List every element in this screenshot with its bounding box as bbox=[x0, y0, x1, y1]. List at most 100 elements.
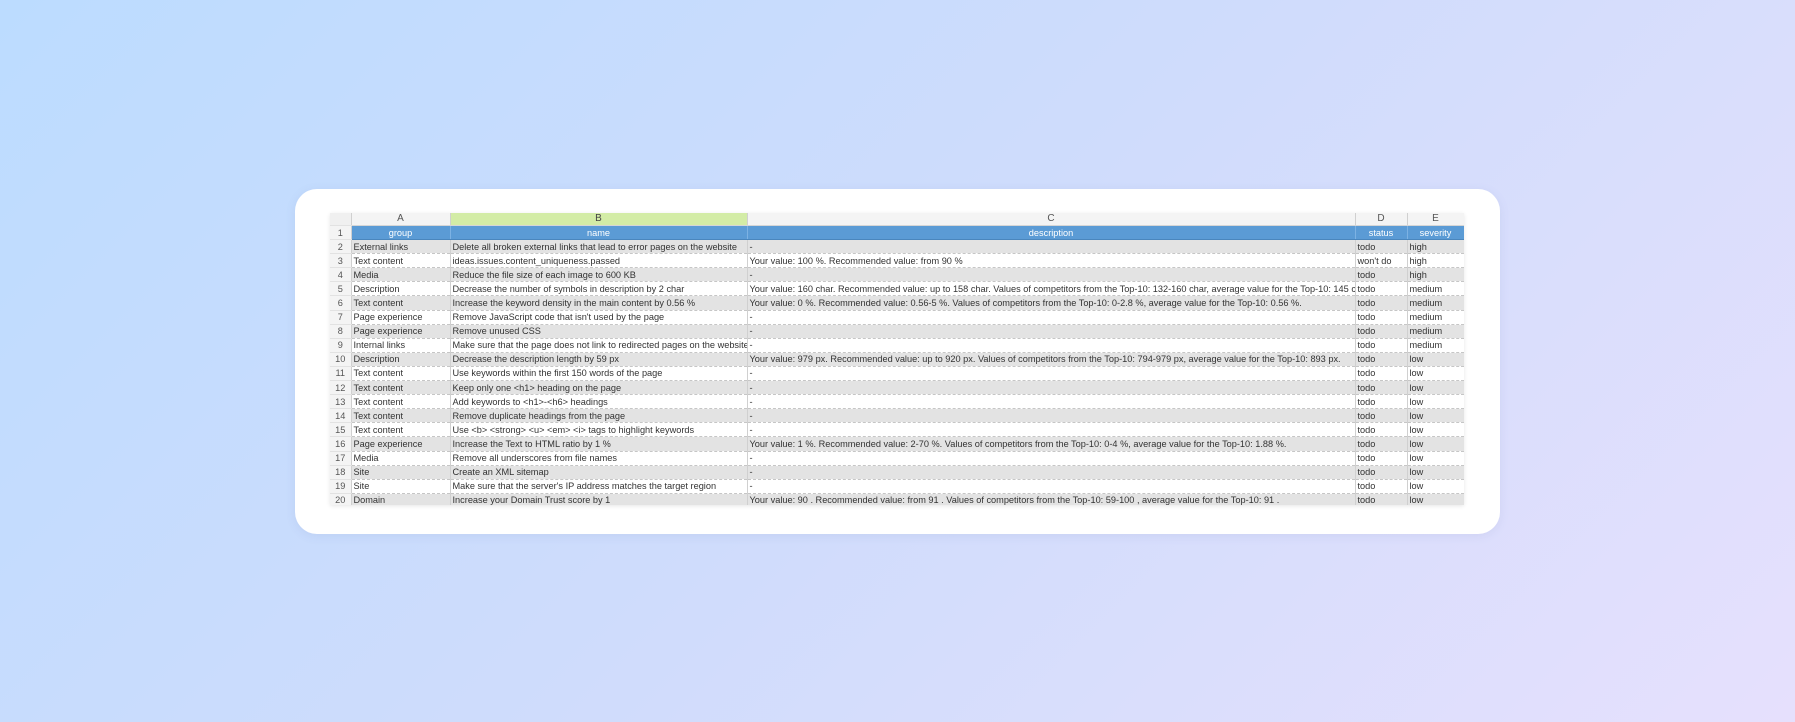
cell-group[interactable]: Media bbox=[351, 451, 451, 466]
row-number[interactable]: 16 bbox=[330, 436, 352, 452]
cell-name[interactable]: Reduce the file size of each image to 60… bbox=[450, 267, 748, 283]
row-number[interactable]: 3 bbox=[330, 253, 352, 269]
cell-description[interactable]: Your value: 0 %. Recommended value: 0.56… bbox=[747, 295, 1356, 311]
cell-severity[interactable]: low bbox=[1407, 366, 1464, 382]
row-number[interactable]: 12 bbox=[330, 380, 352, 396]
row-number[interactable]: 4 bbox=[330, 267, 352, 283]
cell-status[interactable]: todo bbox=[1355, 422, 1408, 438]
cell-group[interactable]: Text content bbox=[351, 408, 451, 424]
cell-severity[interactable]: low bbox=[1407, 394, 1464, 410]
cell-status[interactable]: todo bbox=[1355, 338, 1408, 353]
cell-status[interactable]: todo bbox=[1355, 281, 1408, 297]
cell-severity[interactable]: low bbox=[1407, 493, 1464, 505]
cell-status[interactable]: todo bbox=[1355, 267, 1408, 283]
cell-name[interactable]: Keep only one <h1> heading on the page bbox=[450, 380, 748, 396]
cell-status[interactable]: todo bbox=[1355, 479, 1408, 494]
cell-group[interactable]: Page experience bbox=[351, 310, 451, 325]
cell-group[interactable]: Site bbox=[351, 465, 451, 480]
cell-description[interactable]: - bbox=[747, 239, 1356, 255]
row-number[interactable]: 1 bbox=[330, 225, 352, 241]
header-cell-status[interactable]: status bbox=[1355, 225, 1408, 241]
cell-severity[interactable]: high bbox=[1407, 267, 1464, 283]
row-number[interactable]: 5 bbox=[330, 281, 352, 297]
cell-status[interactable]: todo bbox=[1355, 295, 1408, 311]
cell-status[interactable]: todo bbox=[1355, 352, 1408, 367]
cell-severity[interactable]: medium bbox=[1407, 310, 1464, 325]
cell-name[interactable]: ideas.issues.content_uniqueness.passed bbox=[450, 253, 748, 269]
column-header-d[interactable]: D bbox=[1355, 213, 1408, 226]
cell-description[interactable]: - bbox=[747, 338, 1356, 353]
cell-name[interactable]: Delete all broken external links that le… bbox=[450, 239, 748, 255]
header-cell-description[interactable]: description bbox=[747, 225, 1356, 241]
cell-severity[interactable]: low bbox=[1407, 422, 1464, 438]
cell-description[interactable]: - bbox=[747, 310, 1356, 325]
cell-severity[interactable]: low bbox=[1407, 451, 1464, 466]
cell-group[interactable]: Text content bbox=[351, 394, 451, 410]
cell-group[interactable]: Domain bbox=[351, 493, 451, 505]
cell-status[interactable]: todo bbox=[1355, 493, 1408, 505]
column-header-a[interactable]: A bbox=[351, 213, 451, 226]
row-number[interactable]: 19 bbox=[330, 479, 352, 494]
cell-severity[interactable]: high bbox=[1407, 239, 1464, 255]
cell-name[interactable]: Use keywords within the first 150 words … bbox=[450, 366, 748, 382]
row-number[interactable]: 17 bbox=[330, 451, 352, 466]
cell-group[interactable]: Text content bbox=[351, 295, 451, 311]
cell-description[interactable]: Your value: 90 . Recommended value: from… bbox=[747, 493, 1356, 505]
header-cell-group[interactable]: group bbox=[351, 225, 451, 241]
cell-description[interactable]: - bbox=[747, 394, 1356, 410]
cell-name[interactable]: Increase the Text to HTML ratio by 1 % bbox=[450, 436, 748, 452]
cell-description[interactable]: - bbox=[747, 408, 1356, 424]
row-number[interactable]: 7 bbox=[330, 310, 352, 325]
cell-group[interactable]: Page experience bbox=[351, 436, 451, 452]
row-number[interactable]: 13 bbox=[330, 394, 352, 410]
cell-group[interactable]: Description bbox=[351, 281, 451, 297]
cell-status[interactable]: todo bbox=[1355, 451, 1408, 466]
cell-description[interactable]: - bbox=[747, 479, 1356, 494]
cell-group[interactable]: Description bbox=[351, 352, 451, 367]
cell-group[interactable]: Text content bbox=[351, 366, 451, 382]
cell-description[interactable]: - bbox=[747, 380, 1356, 396]
row-number[interactable]: 20 bbox=[330, 493, 352, 505]
cell-status[interactable]: todo bbox=[1355, 436, 1408, 452]
cell-status[interactable]: todo bbox=[1355, 465, 1408, 480]
cell-status[interactable]: todo bbox=[1355, 310, 1408, 325]
row-number[interactable]: 10 bbox=[330, 352, 352, 367]
cell-status[interactable]: won't do bbox=[1355, 253, 1408, 269]
header-cell-severity[interactable]: severity bbox=[1407, 225, 1464, 241]
cell-name[interactable]: Remove JavaScript code that isn't used b… bbox=[450, 310, 748, 325]
cell-name[interactable]: Add keywords to <h1>-<h6> headings bbox=[450, 394, 748, 410]
cell-group[interactable]: Text content bbox=[351, 380, 451, 396]
cell-description[interactable]: - bbox=[747, 422, 1356, 438]
cell-name[interactable]: Remove unused CSS bbox=[450, 324, 748, 339]
cell-severity[interactable]: low bbox=[1407, 408, 1464, 424]
cell-description[interactable]: - bbox=[747, 267, 1356, 283]
column-header-e[interactable]: E bbox=[1407, 213, 1464, 226]
cell-status[interactable]: todo bbox=[1355, 366, 1408, 382]
cell-name[interactable]: Decrease the number of symbols in descri… bbox=[450, 281, 748, 297]
cell-description[interactable]: Your value: 1 %. Recommended value: 2-70… bbox=[747, 436, 1356, 452]
cell-name[interactable]: Remove all underscores from file names bbox=[450, 451, 748, 466]
row-number[interactable]: 6 bbox=[330, 295, 352, 311]
cell-severity[interactable]: medium bbox=[1407, 295, 1464, 311]
row-number[interactable]: 18 bbox=[330, 465, 352, 480]
cell-group[interactable]: Text content bbox=[351, 253, 451, 269]
cell-description[interactable]: - bbox=[747, 451, 1356, 466]
cell-name[interactable]: Make sure that the server's IP address m… bbox=[450, 479, 748, 494]
cell-name[interactable]: Remove duplicate headings from the page bbox=[450, 408, 748, 424]
cell-description[interactable]: Your value: 100 %. Recommended value: fr… bbox=[747, 253, 1356, 269]
cell-description[interactable]: Your value: 160 char. Recommended value:… bbox=[747, 281, 1356, 297]
cell-severity[interactable]: low bbox=[1407, 380, 1464, 396]
header-cell-name[interactable]: name bbox=[450, 225, 748, 241]
row-number[interactable]: 2 bbox=[330, 239, 352, 255]
row-number[interactable]: 9 bbox=[330, 338, 352, 353]
cell-group[interactable]: Page experience bbox=[351, 324, 451, 339]
cell-name[interactable]: Make sure that the page does not link to… bbox=[450, 338, 748, 353]
cell-group[interactable]: Media bbox=[351, 267, 451, 283]
cell-severity[interactable]: low bbox=[1407, 465, 1464, 480]
cell-severity[interactable]: high bbox=[1407, 253, 1464, 269]
cell-description[interactable]: - bbox=[747, 366, 1356, 382]
cell-name[interactable]: Increase the keyword density in the main… bbox=[450, 295, 748, 311]
cell-severity[interactable]: medium bbox=[1407, 324, 1464, 339]
cell-description[interactable]: Your value: 979 px. Recommended value: u… bbox=[747, 352, 1356, 367]
column-header-c[interactable]: C bbox=[747, 213, 1356, 226]
